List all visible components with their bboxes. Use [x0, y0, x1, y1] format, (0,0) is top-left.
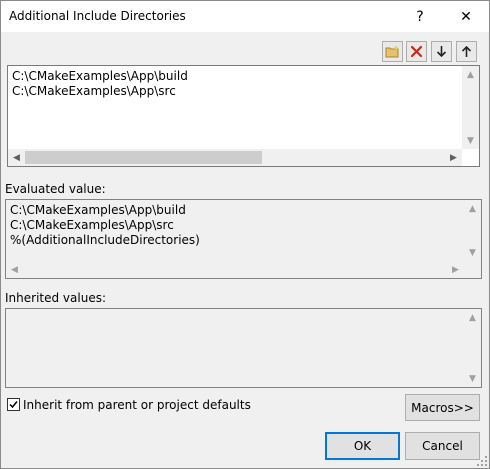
evaluated-vertical-scrollbar[interactable]: ▲ ▼	[464, 200, 481, 261]
inherit-checkbox[interactable]	[7, 398, 20, 411]
scroll-right-icon[interactable]: ▶	[445, 149, 462, 166]
scroll-right-icon[interactable]: ▶	[447, 261, 464, 278]
evaluated-value-label: Evaluated value:	[5, 182, 106, 196]
macros-button[interactable]: Macros>>	[405, 394, 480, 421]
move-up-button[interactable]	[456, 41, 477, 62]
inherited-values-box: ▲ ▼	[5, 308, 482, 388]
help-button[interactable]: ?	[397, 1, 443, 32]
dialog-title: Additional Include Directories	[9, 9, 186, 23]
directories-vertical-scrollbar[interactable]: ▲ ▼	[462, 66, 479, 149]
title-bar: Additional Include Directories ? ✕	[1, 1, 489, 32]
evaluated-line: C:\CMakeExamples\App\build	[10, 203, 186, 217]
delete-icon	[410, 45, 423, 58]
include-directories-dialog: Additional Include Directories ? ✕ C:\CM…	[0, 0, 490, 469]
move-down-icon	[436, 46, 447, 58]
help-icon: ?	[416, 8, 424, 25]
scroll-up-icon[interactable]: ▲	[462, 66, 479, 83]
new-line-button[interactable]	[382, 41, 403, 62]
evaluated-horizontal-scrollbar[interactable]: ◀ ▶	[6, 261, 464, 278]
scroll-down-icon[interactable]: ▼	[464, 370, 481, 387]
evaluated-value-box: C:\CMakeExamples\App\build C:\CMakeExamp…	[5, 199, 482, 279]
cancel-button[interactable]: Cancel	[405, 432, 480, 460]
close-button[interactable]: ✕	[443, 1, 489, 32]
inherited-values-label: Inherited values:	[5, 291, 106, 305]
inherit-checkbox-label[interactable]: Inherit from parent or project defaults	[23, 398, 251, 412]
evaluated-line: C:\CMakeExamples\App\src	[10, 218, 174, 232]
horizontal-scroll-thumb[interactable]	[25, 151, 262, 164]
new-folder-icon	[385, 45, 399, 58]
directory-line[interactable]: C:\CMakeExamples\App\build	[12, 69, 188, 83]
scroll-up-icon[interactable]: ▲	[464, 309, 481, 326]
directory-line[interactable]: C:\CMakeExamples\App\src	[12, 84, 176, 98]
directories-list[interactable]: C:\CMakeExamples\App\build C:\CMakeExamp…	[7, 65, 480, 167]
checkmark-icon	[9, 401, 18, 409]
scroll-up-icon[interactable]: ▲	[464, 200, 481, 217]
ok-button[interactable]: OK	[325, 432, 400, 460]
evaluated-line: %(AdditionalIncludeDirectories)	[10, 233, 200, 247]
directories-horizontal-scrollbar[interactable]: ◀ ▶	[8, 149, 462, 166]
scroll-left-icon[interactable]: ◀	[6, 261, 23, 278]
close-icon: ✕	[460, 8, 472, 25]
move-up-icon	[461, 45, 472, 57]
scroll-down-icon[interactable]: ▼	[464, 244, 481, 261]
scroll-left-icon[interactable]: ◀	[8, 149, 25, 166]
delete-button[interactable]	[406, 41, 427, 62]
resize-grip-icon[interactable]	[477, 456, 487, 466]
inherited-vertical-scrollbar[interactable]: ▲ ▼	[464, 309, 481, 387]
scroll-down-icon[interactable]: ▼	[462, 132, 479, 149]
move-down-button[interactable]	[431, 41, 452, 62]
